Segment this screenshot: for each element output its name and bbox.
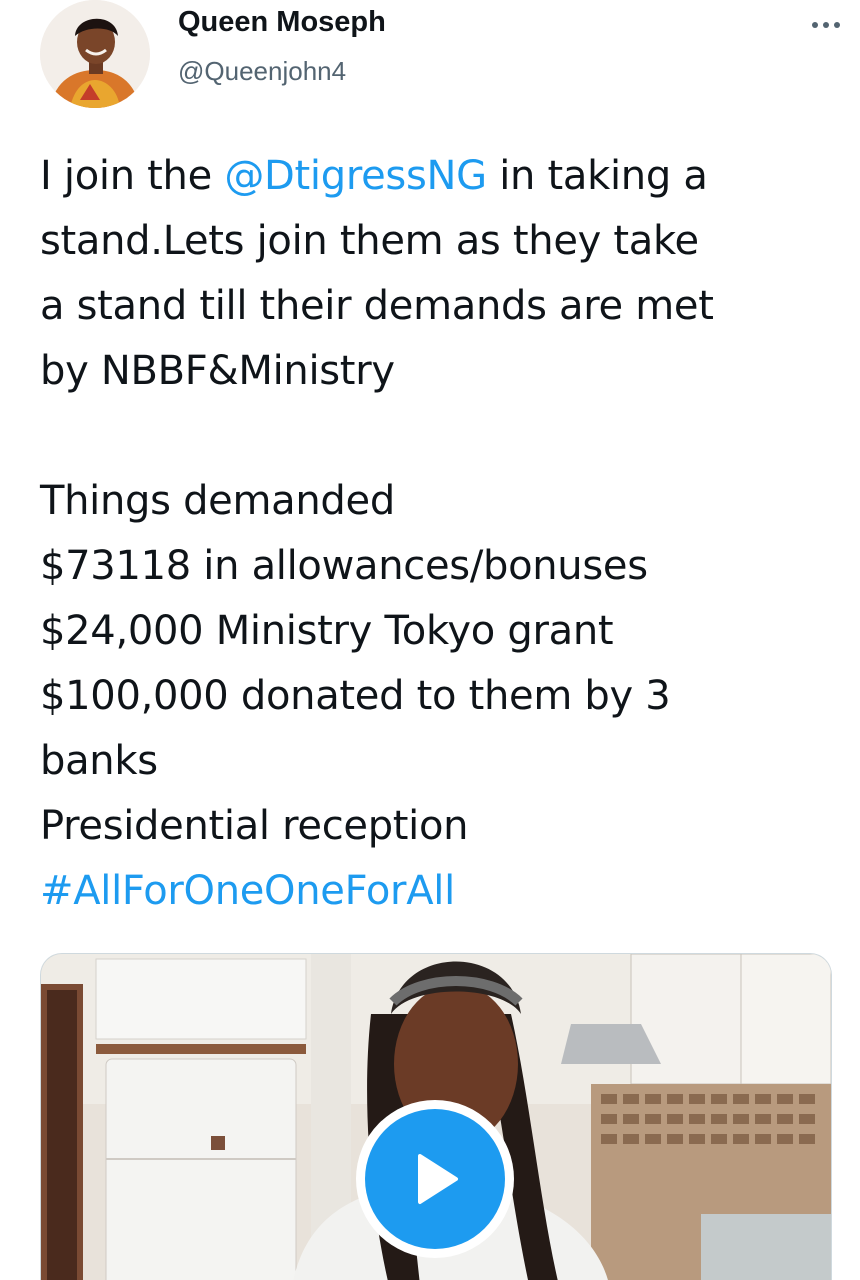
tweet: Queen Moseph @Queenjohn4 I join the @Dti… (0, 0, 860, 1280)
profile-photo-icon (40, 0, 150, 108)
more-options-icon-dot (823, 22, 829, 28)
tweet-text-line: Things demanded (40, 469, 840, 534)
tweet-text-line: $73118 in allowances/bonuses (40, 534, 840, 599)
tweet-text-line: I join the @DtigressNG in taking a (40, 144, 840, 209)
more-options-icon (812, 22, 818, 28)
play-icon (418, 1154, 458, 1204)
tweet-text-segment: Things demanded (40, 478, 395, 524)
tweet-text-segment: a stand till their demands are met (40, 283, 714, 329)
display-name[interactable]: Queen Moseph (178, 6, 386, 39)
tweet-text-line: a stand till their demands are met (40, 274, 840, 339)
tweet-text-segment: in taking a (486, 153, 708, 199)
hashtag-link[interactable]: #AllForOneOneForAll (40, 868, 455, 914)
tweet-text-line: #AllForOneOneForAll (40, 859, 840, 924)
tweet-text-segment: I join the (40, 153, 225, 199)
tweet-text-segment: $73118 in allowances/bonuses (40, 543, 648, 589)
avatar[interactable] (40, 0, 150, 108)
tweet-text-line: stand.Lets join them as they take (40, 209, 840, 274)
tweet-text-segment: Presidential reception (40, 803, 469, 849)
video-thumbnail[interactable] (40, 953, 832, 1280)
tweet-text-segment: by NBBF&Ministry (40, 348, 395, 394)
tweet-text-segment: stand.Lets join them as they take (40, 218, 699, 264)
tweet-text-line: by NBBF&Ministry (40, 339, 840, 404)
tweet-text-line: Presidential reception (40, 794, 840, 859)
tweet-text-line: $100,000 donated to them by 3 (40, 664, 840, 729)
tweet-text-segment: $24,000 Ministry Tokyo grant (40, 608, 614, 654)
play-button-circle (365, 1109, 505, 1249)
more-options-button[interactable] (796, 12, 840, 38)
tweet-text-segment: banks (40, 738, 158, 784)
tweet-text-segment: $100,000 donated to them by 3 (40, 673, 671, 719)
play-button[interactable] (356, 1100, 514, 1258)
tweet-text-line: banks (40, 729, 840, 794)
tweet-text-line: $24,000 Ministry Tokyo grant (40, 599, 840, 664)
mention-link[interactable]: @DtigressNG (224, 153, 487, 199)
more-options-icon-dot (834, 22, 840, 28)
tweet-text: I join the @DtigressNG in taking a stand.… (40, 144, 840, 924)
tweet-header: Queen Moseph @Queenjohn4 (40, 0, 840, 110)
user-handle[interactable]: @Queenjohn4 (178, 56, 346, 87)
